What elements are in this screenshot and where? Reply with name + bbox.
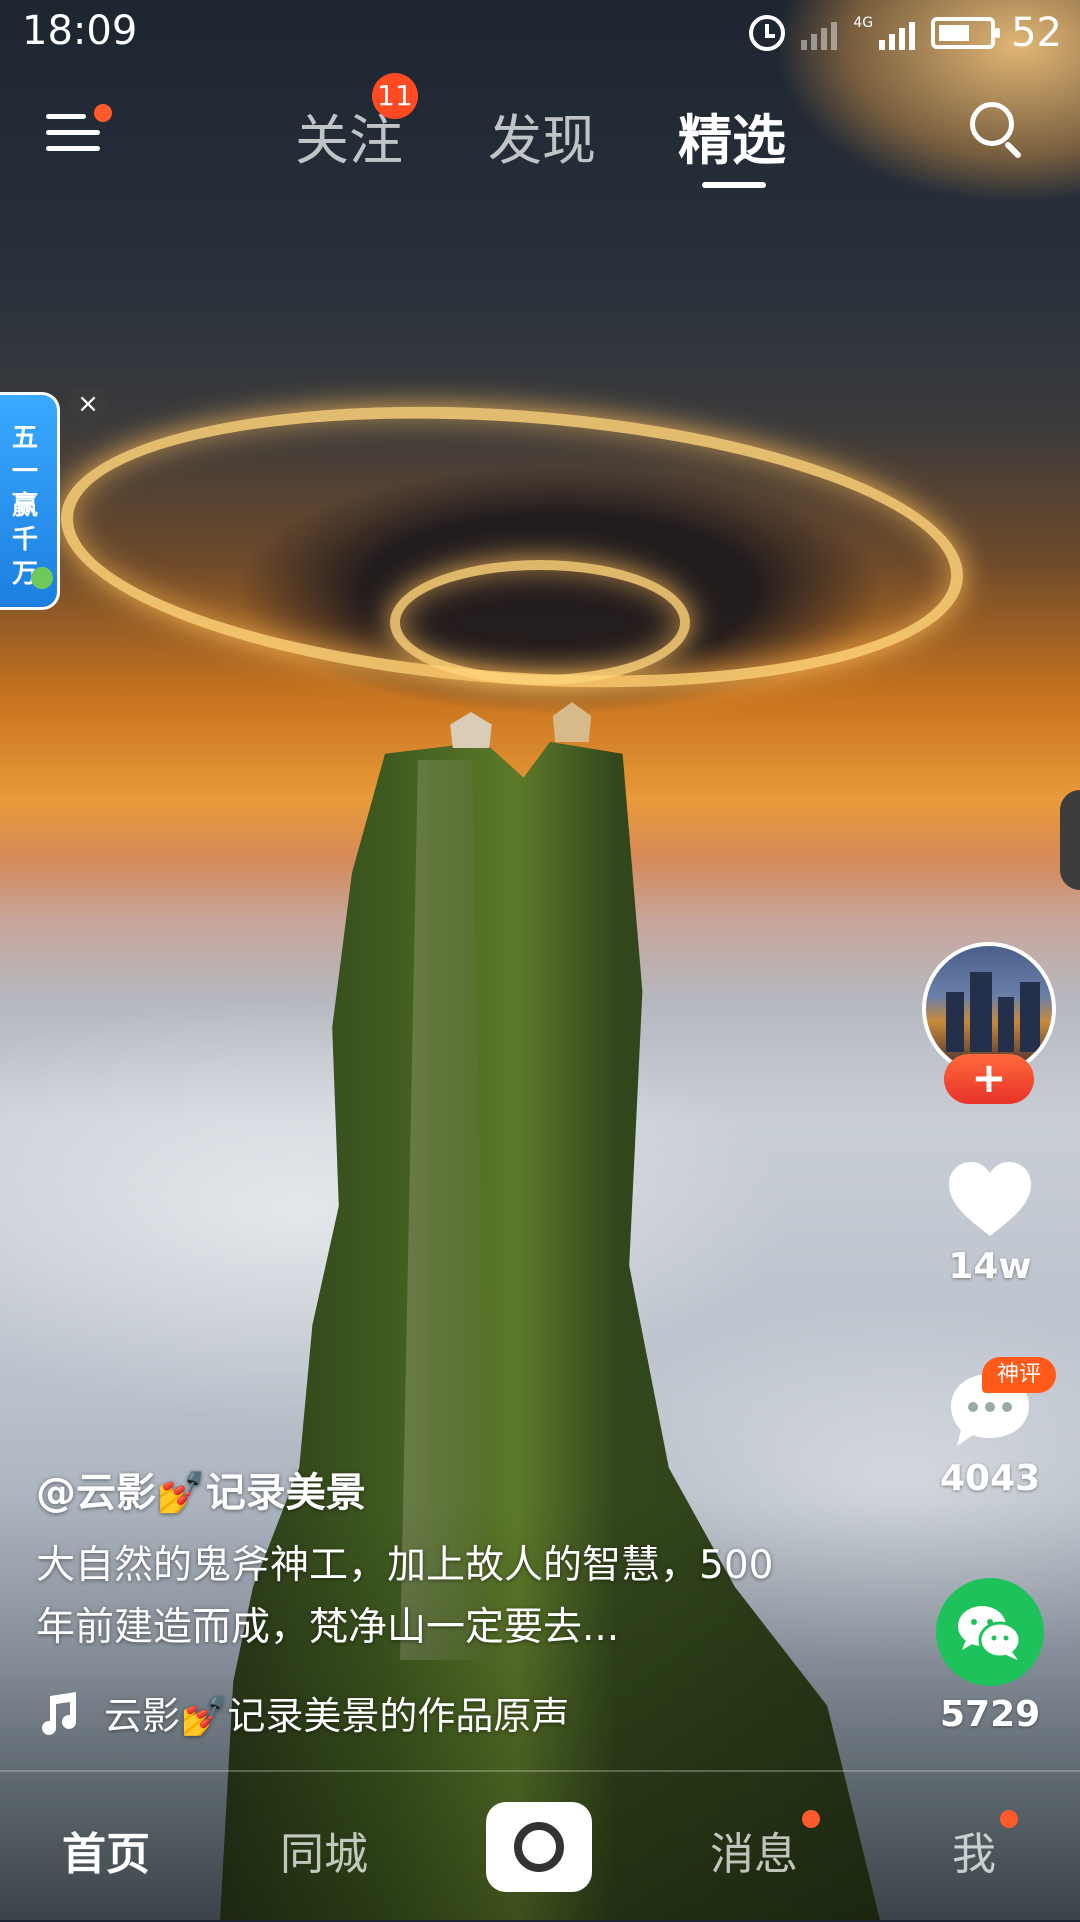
share-count: 5729	[940, 1694, 1041, 1735]
promo-leaf-icon	[22, 560, 62, 596]
tab-featured[interactable]: 精选	[678, 96, 786, 188]
follow-author-button[interactable]: +	[944, 1054, 1034, 1104]
battery-level: 52	[1011, 10, 1062, 56]
cloud-halo-inner	[390, 560, 690, 685]
nav-messages[interactable]: 消息	[710, 1810, 820, 1882]
like-count: 14w	[948, 1246, 1032, 1287]
notification-dot	[94, 104, 112, 122]
bottom-nav: 首页 同城 消息 我	[0, 1770, 1080, 1922]
nav-home[interactable]: 首页	[62, 1818, 150, 1882]
messages-dot	[802, 1810, 820, 1828]
wechat-icon	[936, 1578, 1044, 1686]
me-dot	[1000, 1810, 1018, 1828]
menu-button[interactable]	[46, 104, 112, 158]
promo-close-icon[interactable]: ×	[69, 385, 107, 423]
tab-underline	[702, 182, 766, 188]
music-info[interactable]: 云影💅记录美景的作品原声	[36, 1685, 569, 1740]
edge-rock	[1060, 790, 1080, 890]
camera-icon	[514, 1822, 564, 1872]
status-bar: 18:09 4G 52	[0, 0, 1080, 70]
share-wechat-button[interactable]: 5729	[936, 1578, 1044, 1735]
status-time: 18:09	[22, 8, 138, 54]
hot-comment-tag: 神评	[982, 1357, 1056, 1393]
music-note-icon	[36, 1690, 80, 1736]
network-type: 4G	[853, 15, 874, 31]
signal-sim1-icon	[801, 16, 838, 50]
signal-sim2-icon	[879, 16, 916, 50]
like-button[interactable]: 14w	[940, 1160, 1040, 1287]
music-title: 云影💅记录美景的作品原声	[104, 1694, 570, 1738]
nav-messages-label: 消息	[710, 1829, 798, 1880]
search-icon[interactable]	[970, 102, 1028, 160]
heart-icon	[947, 1160, 1033, 1238]
author-name[interactable]: @云影💅记录美景	[36, 1460, 366, 1518]
alarm-icon	[749, 15, 786, 51]
capture-button[interactable]	[486, 1802, 592, 1892]
battery-icon	[931, 17, 1001, 49]
status-icons: 4G 52	[749, 10, 1062, 56]
follow-badge: 11	[372, 73, 418, 119]
nav-me[interactable]: 我	[952, 1810, 1018, 1882]
tab-featured-label: 精选	[678, 109, 786, 172]
top-nav: 关注 11 发现 精选	[0, 73, 1080, 190]
nav-me-label: 我	[952, 1829, 996, 1880]
tab-discover[interactable]: 发现	[488, 96, 596, 175]
nav-local[interactable]: 同城	[280, 1818, 368, 1882]
post-description[interactable]: 大自然的鬼斧神工，加上故人的智慧，500年前建造而成，梵净山一定要去...	[36, 1535, 776, 1659]
comment-count: 4043	[940, 1458, 1041, 1499]
